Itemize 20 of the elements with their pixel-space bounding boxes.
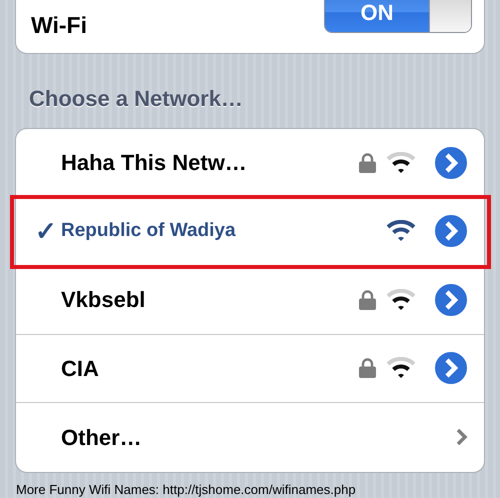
network-row[interactable]: Haha This Netw…: [16, 129, 484, 198]
caption: More Funny Wifi Names: http://tjshome.com/wifinames.php: [16, 480, 357, 498]
network-row[interactable]: Vkbsebl: [16, 266, 484, 334]
network-name: Republic of Wadiya: [60, 219, 237, 243]
network-name: Haha This Netw…: [60, 149, 248, 178]
wifi-signal-icon: [386, 152, 416, 174]
network-name: CIA: [60, 354, 100, 383]
wifi-label: Wi-Fi: [31, 10, 87, 40]
checkmark: ✓: [35, 214, 57, 248]
network-name: Vkbsebl: [60, 286, 146, 314]
wifi-signal-icon: [386, 288, 416, 311]
wifi-signal-icon: [386, 220, 416, 242]
chevron-icon: [456, 428, 468, 446]
network-row[interactable]: CIA: [16, 334, 484, 403]
section-title: Choose a Network…: [29, 85, 244, 113]
network-row[interactable]: Other…: [16, 403, 484, 472]
network-row[interactable]: ✓Republic of Wadiya: [16, 198, 484, 266]
wifi-signal-icon: [386, 357, 416, 380]
wifi-toggle[interactable]: ON: [324, 0, 472, 33]
network-name: Other…: [60, 424, 143, 452]
